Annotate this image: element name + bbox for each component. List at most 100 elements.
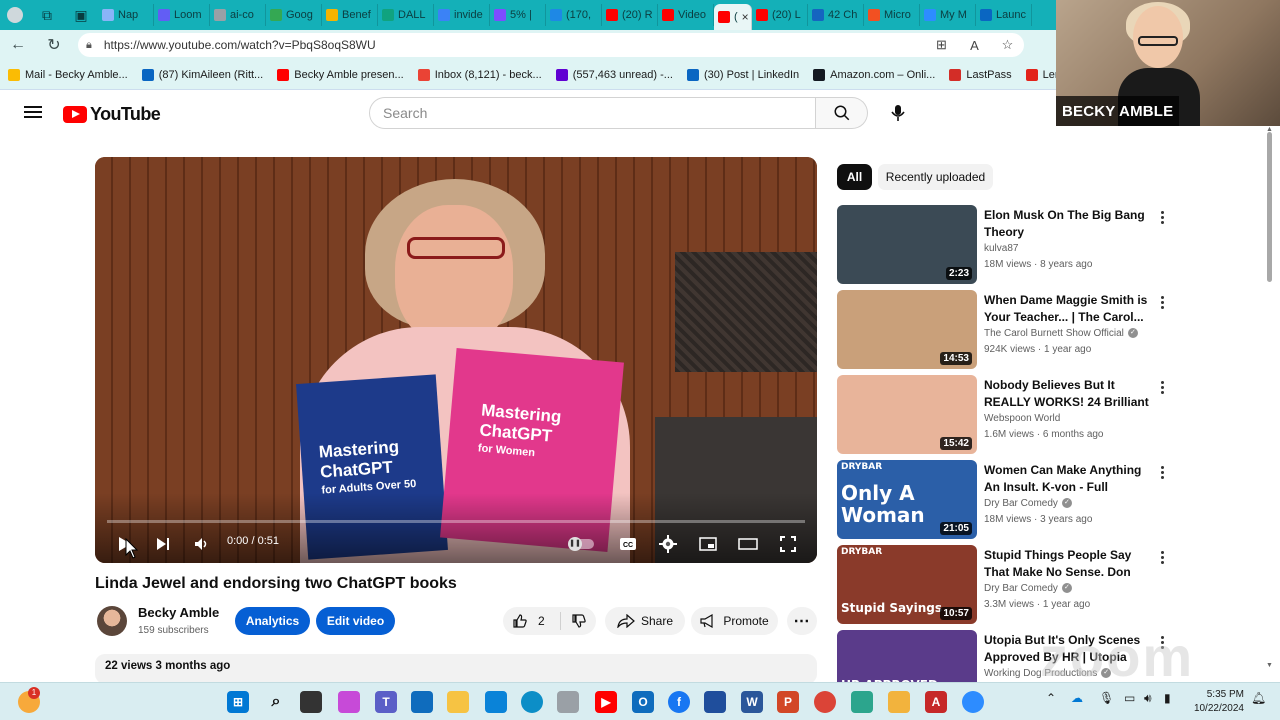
refresh-icon[interactable]: ↻ [36, 30, 72, 60]
recommended-video-title[interactable]: Stupid Things People Say That Make No Se… [984, 547, 1152, 581]
browser-tab[interactable]: invide [434, 4, 490, 26]
notifications-bell-icon[interactable]: 🔔︎ [1251, 691, 1266, 705]
snipping-tool-icon[interactable] [888, 691, 910, 713]
video-thumbnail[interactable]: DRYBAR Stupid Sayings 10:57 [837, 545, 977, 624]
chrome-icon[interactable] [814, 691, 836, 713]
read-aloud-icon[interactable]: A [958, 38, 991, 53]
recommended-video[interactable]: 15:42 Nobody Believes But It REALLY WORKS… [837, 375, 1172, 455]
teams-icon[interactable]: T [375, 691, 397, 713]
tray-overflow-chevron-icon[interactable]: ⌃ [1046, 691, 1056, 705]
recommended-video-title[interactable]: Elon Musk On The Big Bang Theory [984, 207, 1152, 241]
more-vertical-icon[interactable] [1157, 207, 1167, 227]
tab-actions-icon[interactable]: ▣ [64, 0, 98, 30]
progress-bar[interactable] [107, 520, 805, 523]
browser-tab[interactable]: Benef [322, 4, 378, 26]
like-button[interactable]: 2 [503, 612, 561, 630]
theater-mode-button[interactable] [735, 531, 761, 557]
promote-button[interactable]: Promote [691, 607, 778, 635]
display-icon[interactable]: ▭ [1124, 691, 1135, 705]
bookmark-item[interactable]: Mail - Becky Amble... [8, 68, 128, 81]
search-button[interactable] [816, 97, 868, 129]
more-vertical-icon[interactable] [1157, 547, 1167, 567]
tab-close-icon[interactable]: × [742, 10, 749, 24]
browser-tab[interactable]: Loom [154, 4, 210, 26]
facebook-icon[interactable]: f [668, 691, 690, 713]
browser-tab[interactable]: Micro [864, 4, 920, 26]
app-icon-grey[interactable] [557, 691, 579, 713]
recommended-video-title[interactable]: Women Can Make Anything An Insult. K-von… [984, 462, 1152, 496]
hamburger-menu-icon[interactable] [22, 103, 44, 125]
more-vertical-icon[interactable] [1157, 292, 1167, 312]
browser-tab[interactable]: Nap [98, 4, 154, 26]
recommended-video-title[interactable]: Nobody Believes But It REALLY WORKS! 24 … [984, 377, 1152, 411]
video-player[interactable]: Mastering ChatGPT for Adults Over 50 Mas… [95, 157, 817, 563]
chip-recently-uploaded[interactable]: Recently uploaded [878, 164, 993, 190]
scroll-down-arrow-icon[interactable]: ▼ [1266, 662, 1273, 669]
browser-tab[interactable]: ai-co [210, 4, 266, 26]
copilot-icon[interactable] [338, 691, 360, 713]
workspaces-icon[interactable]: ⧉ [30, 0, 64, 30]
browser-tab[interactable]: 42 Ch [808, 4, 864, 26]
youtube-logo[interactable]: YouTube [63, 104, 161, 125]
task-view-icon[interactable] [300, 691, 322, 713]
app-icon-editor[interactable] [704, 691, 726, 713]
share-button[interactable]: Share [605, 607, 685, 635]
back-arrow-icon[interactable]: ← [0, 30, 36, 60]
file-explorer-icon[interactable] [447, 691, 469, 713]
chip-all[interactable]: All [837, 164, 872, 190]
word-icon[interactable]: W [741, 691, 763, 713]
battery-icon[interactable]: ▮ [1164, 691, 1171, 705]
autoplay-toggle[interactable]: ❚❚ [567, 531, 597, 557]
edge-browser-icon[interactable] [521, 691, 543, 713]
volume-button[interactable] [190, 531, 214, 557]
search-input[interactable]: Search [369, 97, 816, 129]
video-thumbnail[interactable]: 2:23 [837, 205, 977, 284]
url-field[interactable]: 🔒︎ https://www.youtube.com/watch?v=PbqS8… [78, 33, 1024, 57]
description-box[interactable]: 22 views 3 months ago [95, 654, 817, 684]
search-taskbar-icon[interactable]: ⌕ [265, 691, 287, 713]
store-icon[interactable] [411, 691, 433, 713]
dislike-button[interactable] [561, 613, 596, 629]
outlook-icon[interactable]: O [632, 691, 654, 713]
bookmark-item[interactable]: LastPass [949, 68, 1012, 81]
recommended-channel-name[interactable]: Dry Bar Comedy ✓ [984, 583, 1072, 594]
bookmark-item[interactable]: Amazon.com – Onli... [813, 68, 935, 81]
video-thumbnail[interactable]: 15:42 [837, 375, 977, 454]
bookmark-item[interactable]: (557,463 unread) -... [555, 68, 673, 81]
edit-video-button[interactable]: Edit video [316, 607, 395, 635]
recommended-channel-name[interactable]: Dry Bar Comedy ✓ [984, 498, 1072, 509]
subtitles-button[interactable]: CC [615, 531, 641, 557]
more-vertical-icon[interactable] [1157, 377, 1167, 397]
bookmark-item[interactable]: Inbox (8,121) - beck... [417, 68, 542, 81]
channel-avatar[interactable] [97, 606, 127, 636]
recommended-video[interactable]: DRYBAR Stupid Sayings 10:57 Stupid Things P… [837, 545, 1172, 625]
scrollbar-thumb[interactable] [1267, 132, 1272, 282]
speaker-icon[interactable]: 🔊︎ [1144, 691, 1152, 706]
recommended-video[interactable]: DRYBAR Only A Woman 21:05 Women Can Make An… [837, 460, 1172, 540]
recommended-channel-name[interactable]: Webspoon World [984, 413, 1060, 424]
miniplayer-button[interactable] [695, 531, 721, 557]
browser-tab[interactable]: DALL [378, 4, 434, 26]
video-thumbnail[interactable]: 14:53 [837, 290, 977, 369]
profile-button[interactable] [0, 0, 30, 30]
bookmark-item[interactable]: (30) Post | LinkedIn [686, 68, 799, 81]
bookmark-item[interactable]: Becky Amble presen... [277, 68, 404, 81]
voice-search-button[interactable] [880, 97, 916, 129]
more-actions-button[interactable]: ⋯ [787, 607, 817, 635]
more-vertical-icon[interactable] [1157, 462, 1167, 482]
browser-tab[interactable]: 5% | [490, 4, 546, 26]
zoom-app-icon[interactable] [962, 691, 984, 713]
app-available-icon[interactable]: ⊞ [925, 37, 958, 53]
recommended-video[interactable]: 14:53 When Dame Maggie Smith is Your Teac… [837, 290, 1172, 370]
next-video-button[interactable] [151, 531, 175, 557]
browser-tab[interactable]: Launc [976, 4, 1032, 26]
youtube-app-icon[interactable]: ▶ [595, 691, 617, 713]
channel-name[interactable]: Becky Amble [138, 605, 219, 620]
browser-tab[interactable]: Goog [266, 4, 322, 26]
microphone-tray-icon[interactable]: 🎙︎ [1099, 691, 1114, 705]
browser-tab[interactable]: (× [714, 4, 752, 30]
recommended-video-title[interactable]: When Dame Maggie Smith is Your Teacher..… [984, 292, 1152, 326]
bookmark-item[interactable]: (87) KimAileen (Ritt... [141, 68, 263, 81]
page-scrollbar[interactable]: ▲ ▼ [1265, 126, 1275, 676]
settings-button[interactable] [655, 531, 681, 557]
